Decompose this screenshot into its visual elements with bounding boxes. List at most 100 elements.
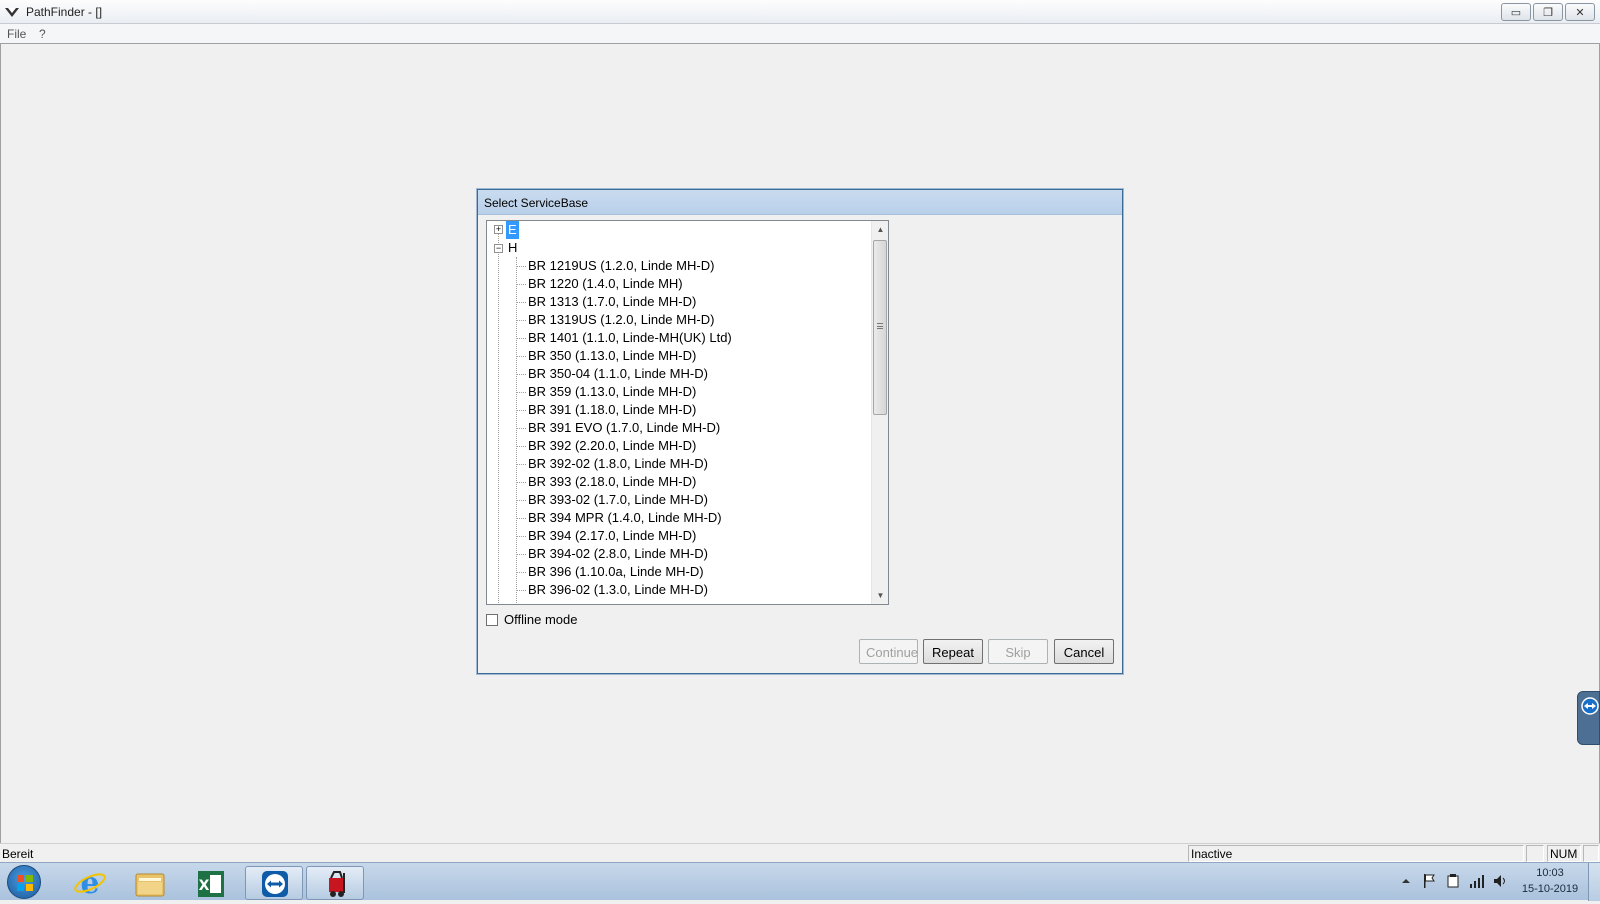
tree-leaf-item[interactable]: BR 1219US (1.2.0, Linde MH-D) <box>487 257 873 275</box>
dialog-title: Select ServiceBase <box>478 190 1122 215</box>
tree-leaf-item[interactable]: BR 350-04 (1.1.0, Linde MH-D) <box>487 365 873 383</box>
network-signal-icon[interactable] <box>1469 873 1485 889</box>
tree-leaf-item[interactable]: BR 391 EVO (1.7.0, Linde MH-D) <box>487 419 873 437</box>
start-button[interactable] <box>7 865 41 899</box>
tree-leaf-item[interactable]: BR 391 (1.18.0, Linde MH-D) <box>487 401 873 419</box>
taskbar-file-explorer[interactable] <box>121 866 179 900</box>
teamviewer-icon <box>262 871 288 897</box>
tree-leaf-label[interactable]: BR 396 (1.10.0a, Linde MH-D) <box>526 563 706 581</box>
tree-node-label[interactable]: H <box>506 239 519 257</box>
tree-node-h[interactable]: − H <box>487 239 873 257</box>
tree-leaf-label[interactable]: BR 394-02 (2.8.0, Linde MH-D) <box>526 545 710 563</box>
pathfinder-app-icon <box>5 8 19 17</box>
tree-leaf-label[interactable]: BR 1220 (1.4.0, Linde MH) <box>526 275 685 293</box>
tree-leaf-item[interactable]: BR 394-02 (2.8.0, Linde MH-D) <box>487 545 873 563</box>
tree-leaf-label[interactable]: BR 396-02 (1.3.0, Linde MH-D) <box>526 581 710 599</box>
tree-leaf-label[interactable]: BR 350 (1.13.0, Linde MH-D) <box>526 347 698 365</box>
taskbar-teamviewer[interactable] <box>245 866 303 900</box>
tree-leaf-item[interactable]: BR 393-02 (1.7.0, Linde MH-D) <box>487 491 873 509</box>
device-tray-icon[interactable] <box>1446 873 1460 889</box>
offline-mode-label[interactable]: Offline mode <box>504 612 577 627</box>
tree-connector-line <box>516 518 526 519</box>
tree-leaf-item[interactable]: BR 396 (1.10.0a, Linde MH-D) <box>487 563 873 581</box>
tree-connector-line <box>516 572 526 573</box>
tree-connector-line <box>516 392 526 393</box>
title-bar: PathFinder - [] ▭ ❐ ✕ <box>0 0 1600 24</box>
svg-text:X: X <box>199 878 210 894</box>
status-state-pane: Inactive <box>1188 845 1524 862</box>
show-hidden-icons-icon[interactable] <box>1401 876 1411 886</box>
status-empty-pane <box>1526 845 1544 862</box>
tree-leaf-label[interactable]: BR 350-04 (1.1.0, Linde MH-D) <box>526 365 710 383</box>
tree-leaf-item[interactable]: BR 392 (2.20.0, Linde MH-D) <box>487 437 873 455</box>
tree-leaf-label[interactable]: BR 392-02 (1.8.0, Linde MH-D) <box>526 455 710 473</box>
tree-leaf-label[interactable]: BR 1401 (1.1.0, Linde-MH(UK) Ltd) <box>526 329 734 347</box>
taskbar-internet-explorer[interactable]: e <box>61 866 119 901</box>
continue-button[interactable]: Continue <box>859 639 918 664</box>
window-title: PathFinder - [] <box>26 5 103 19</box>
tree-leaf-item[interactable]: BR 359 (1.13.0, Linde MH-D) <box>487 383 873 401</box>
tree-connector-line <box>516 590 526 591</box>
tree-leaf-item[interactable]: BR 393 (2.18.0, Linde MH-D) <box>487 473 873 491</box>
menu-bar: File ? <box>0 24 1600 44</box>
tree-leaf-label[interactable]: BR 393-02 (1.7.0, Linde MH-D) <box>526 491 710 509</box>
tree-leaf-label[interactable]: BR 394 (2.17.0, Linde MH-D) <box>526 527 698 545</box>
tree-leaf-label[interactable]: BR 1219US (1.2.0, Linde MH-D) <box>526 257 716 275</box>
tree-leaf-label[interactable]: BR 359 (1.13.0, Linde MH-D) <box>526 383 698 401</box>
tree-leaf-label[interactable]: BR 1313 (1.7.0, Linde MH-D) <box>526 293 698 311</box>
tree-connector-line <box>516 374 526 375</box>
tree-connector-line <box>516 464 526 465</box>
scroll-down-arrow-icon[interactable]: ▼ <box>872 587 888 604</box>
action-center-flag-icon[interactable] <box>1422 873 1436 889</box>
close-button[interactable]: ✕ <box>1565 3 1595 21</box>
tree-leaf-item[interactable]: BR 1313 (1.7.0, Linde MH-D) <box>487 293 873 311</box>
tree-node-label[interactable]: E <box>506 221 519 239</box>
scroll-up-arrow-icon[interactable]: ▲ <box>872 221 888 238</box>
tree-leaf-label[interactable]: BR 391 EVO (1.7.0, Linde MH-D) <box>526 419 722 437</box>
tree-connector-line <box>516 284 526 285</box>
tree-leaf-item[interactable]: BR 1401 (1.1.0, Linde-MH(UK) Ltd) <box>487 329 873 347</box>
cancel-button[interactable]: Cancel <box>1054 639 1114 664</box>
tree-leaf-item[interactable]: BR 392-02 (1.8.0, Linde MH-D) <box>487 455 873 473</box>
taskbar-excel[interactable]: X <box>182 866 240 900</box>
tree-leaf-label[interactable]: BR 394 MPR (1.4.0, Linde MH-D) <box>526 509 724 527</box>
tree-leaf-item[interactable]: BR 1319US (1.2.0, Linde MH-D) <box>487 311 873 329</box>
offline-mode-checkbox[interactable] <box>486 614 498 626</box>
taskbar: e X 10:03 15-10-2019 <box>0 862 1600 901</box>
tree-leaf-item[interactable]: BR 396-02 (1.3.0, Linde MH-D) <box>487 581 873 599</box>
teamviewer-icon <box>1581 697 1599 715</box>
tree-connector-line <box>516 302 526 303</box>
tree-leaf-item[interactable]: BR 394 MPR (1.4.0, Linde MH-D) <box>487 509 873 527</box>
tree-connector-line <box>516 356 526 357</box>
tree-leaf-label[interactable]: BR 1319US (1.2.0, Linde MH-D) <box>526 311 716 329</box>
tree-leaf-label[interactable]: BR 391 (1.18.0, Linde MH-D) <box>526 401 698 419</box>
tree-node-e[interactable]: + E <box>487 221 873 239</box>
servicebase-tree[interactable]: + E − H BR 1219US (1.2.0, Linde MH-D) BR … <box>486 220 889 605</box>
expand-plus-icon[interactable]: + <box>494 225 503 234</box>
teamviewer-side-panel-tab[interactable] <box>1577 691 1600 745</box>
tree-leaf-item[interactable]: BR 1220 (1.4.0, Linde MH) <box>487 275 873 293</box>
menu-help[interactable]: ? <box>39 27 46 41</box>
tree-connector-line <box>516 428 526 429</box>
volume-speaker-icon[interactable] <box>1492 873 1508 889</box>
status-end-pane <box>1583 845 1599 862</box>
tree-vertical-scrollbar[interactable]: ▲ ▼ <box>871 221 888 604</box>
tree-leaf-item[interactable]: BR 394 (2.17.0, Linde MH-D) <box>487 527 873 545</box>
clock-date[interactable]: 15-10-2019 <box>1512 883 1588 895</box>
windows-logo-icon <box>17 875 33 891</box>
tree-leaf-label[interactable]: BR 392 (2.20.0, Linde MH-D) <box>526 437 698 455</box>
tree-leaf-label[interactable]: BR 393 (2.18.0, Linde MH-D) <box>526 473 698 491</box>
collapse-minus-icon[interactable]: − <box>494 244 503 253</box>
tree-connector-line <box>516 320 526 321</box>
show-desktop-button[interactable] <box>1588 863 1600 901</box>
tree-leaf-item[interactable]: BR 350 (1.13.0, Linde MH-D) <box>487 347 873 365</box>
menu-file[interactable]: File <box>7 27 26 41</box>
taskbar-pathfinder[interactable] <box>306 866 364 900</box>
skip-button[interactable]: Skip <box>988 639 1048 664</box>
clock-time[interactable]: 10:03 <box>1512 867 1588 879</box>
restore-button[interactable]: ❐ <box>1533 3 1563 21</box>
repeat-button[interactable]: Repeat <box>923 639 983 664</box>
tree-connector-line <box>516 500 526 501</box>
minimize-button[interactable]: ▭ <box>1501 3 1531 21</box>
scrollbar-thumb[interactable] <box>873 240 887 415</box>
